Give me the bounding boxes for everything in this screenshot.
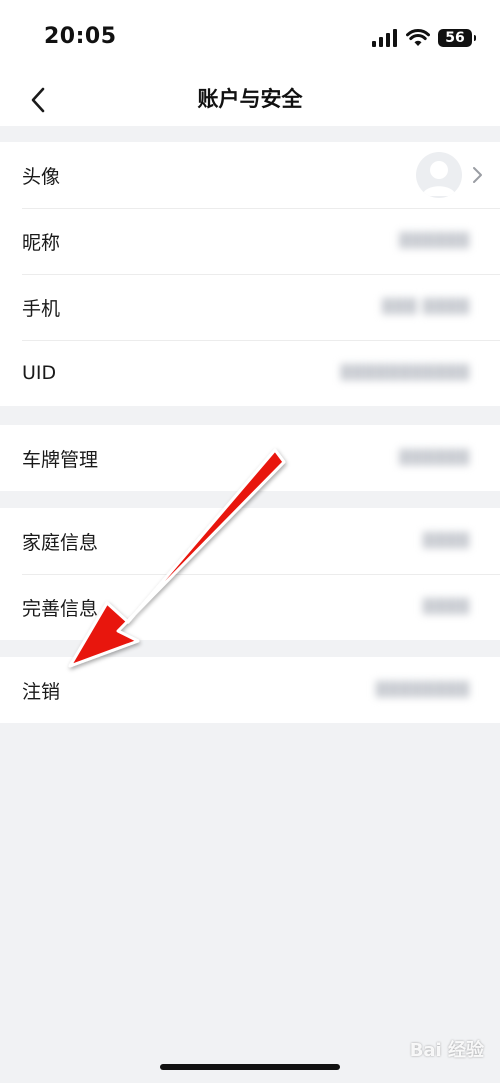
status-bar: 20:05 56 xyxy=(0,0,500,80)
row-label-complete: 完善信息 xyxy=(22,597,99,620)
row-complete-info[interactable]: 完善信息 ████ xyxy=(0,574,500,640)
chevron-right-icon xyxy=(473,167,482,183)
battery-icon: 56 xyxy=(438,29,476,47)
row-label-avatar: 头像 xyxy=(22,165,61,188)
row-avatar[interactable]: 头像 xyxy=(0,142,500,208)
cellular-signal-icon xyxy=(372,29,397,47)
row-phone[interactable]: 手机 ███ ████ xyxy=(0,274,500,340)
default-avatar-icon xyxy=(422,161,456,196)
row-value-deregister: ████████ xyxy=(375,682,470,698)
row-label-deregister: 注销 xyxy=(22,680,61,703)
row-value-plate: ██████ xyxy=(399,450,470,466)
plate-group: 车牌管理 ██████ xyxy=(0,425,500,491)
row-uid[interactable]: UID ███████████ xyxy=(0,340,500,406)
row-value-phone: ███ ████ xyxy=(382,299,470,315)
row-label-uid: UID xyxy=(22,362,57,384)
row-label-nickname: 昵称 xyxy=(22,231,61,254)
wifi-icon xyxy=(406,29,430,46)
nav-bar: 账户与安全 xyxy=(0,80,500,126)
status-time: 20:05 xyxy=(44,24,117,49)
row-plate-management[interactable]: 车牌管理 ██████ xyxy=(0,425,500,491)
profile-group: 头像 昵称 ██████ 手机 ███ ████ UID ███████████ xyxy=(0,142,500,406)
info-group: 家庭信息 ████ 完善信息 ████ xyxy=(0,508,500,640)
row-label-plate: 车牌管理 xyxy=(22,448,99,471)
row-deregister[interactable]: 注销 ████████ xyxy=(0,657,500,723)
home-indicator[interactable] xyxy=(160,1064,340,1070)
row-value-complete: ████ xyxy=(422,599,470,615)
row-value-family: ████ xyxy=(422,533,470,549)
row-nickname[interactable]: 昵称 ██████ xyxy=(0,208,500,274)
watermark: Bai 经验 xyxy=(409,1040,484,1061)
page-title: 账户与安全 xyxy=(197,87,303,111)
row-label-phone: 手机 xyxy=(22,297,61,320)
battery-level: 56 xyxy=(445,30,465,46)
row-label-family: 家庭信息 xyxy=(22,531,99,554)
status-icons: 56 xyxy=(372,27,476,49)
deregister-group: 注销 ████████ xyxy=(0,657,500,723)
row-family-info[interactable]: 家庭信息 ████ xyxy=(0,508,500,574)
avatar[interactable] xyxy=(416,152,462,198)
row-value-uid: ███████████ xyxy=(340,365,470,381)
row-value-nickname: ██████ xyxy=(399,233,470,249)
